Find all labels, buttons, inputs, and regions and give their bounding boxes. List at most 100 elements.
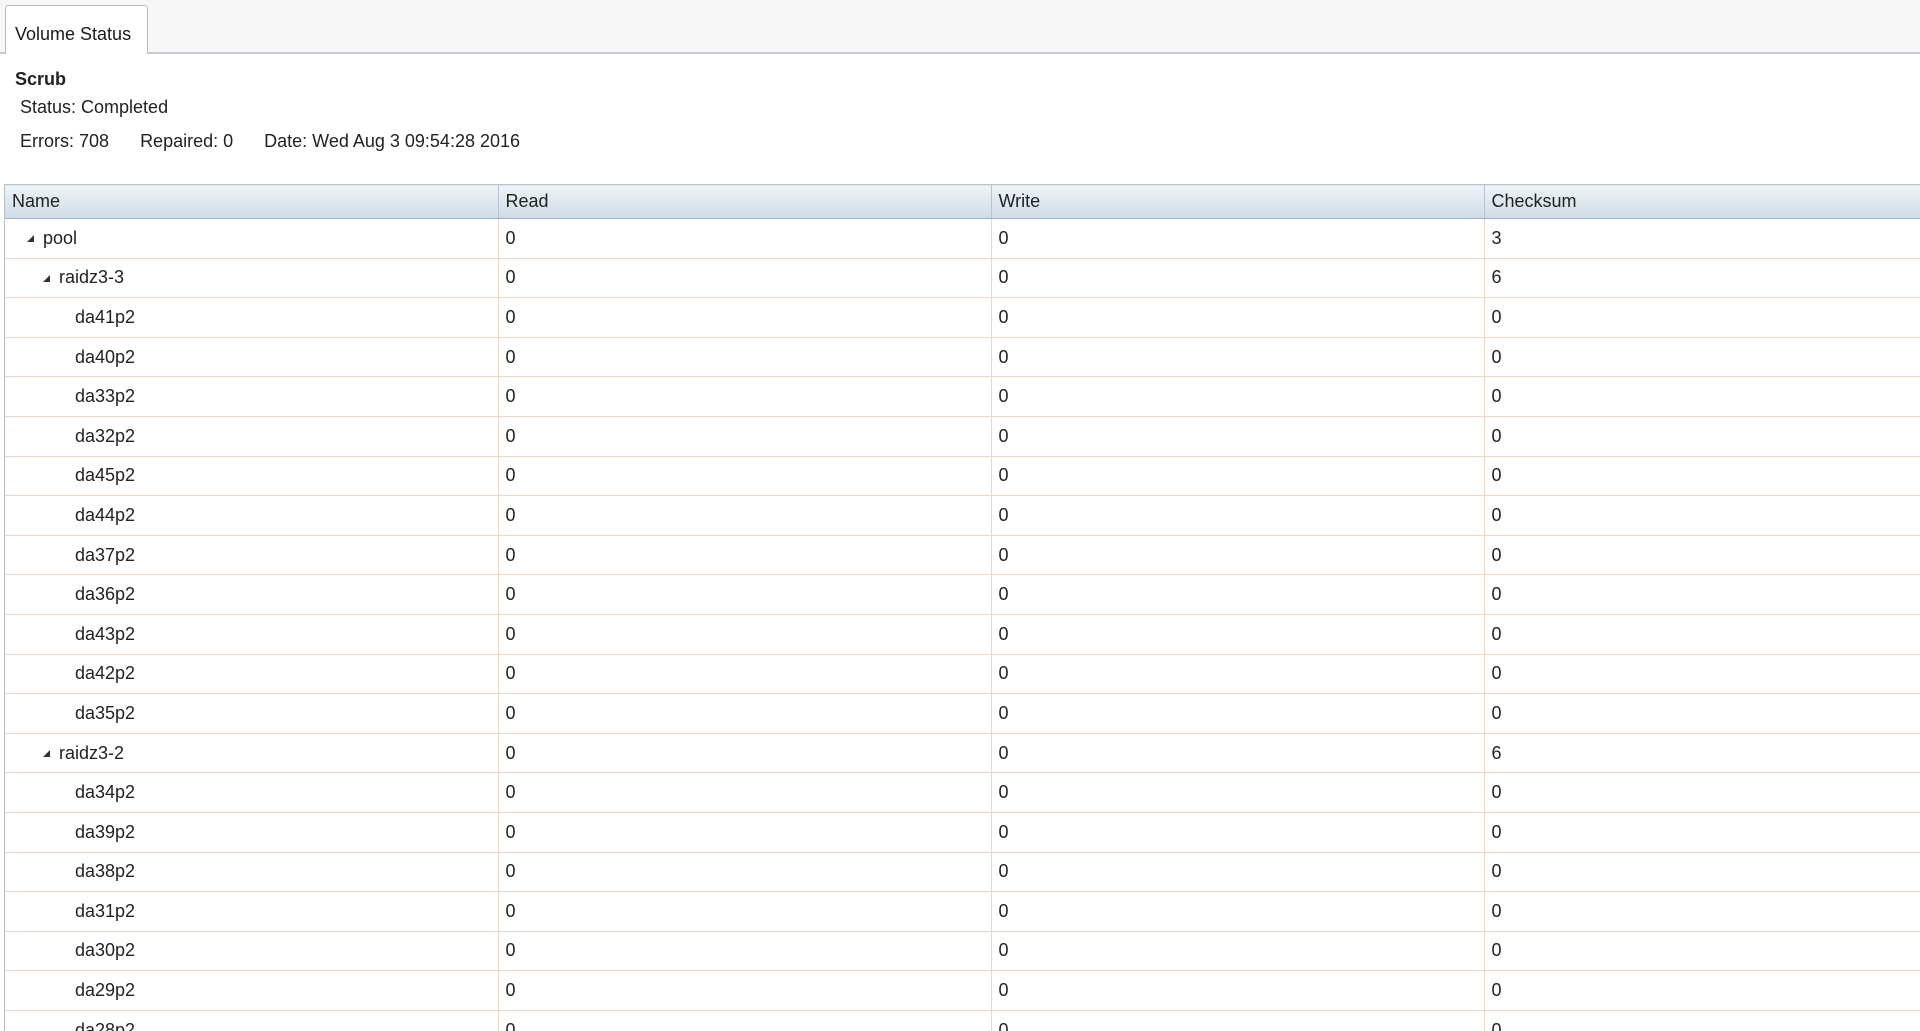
cell-write: 0 [991,218,1485,259]
cell-name: raidz3-2 [5,733,499,774]
tree-node: da36p2 [12,584,498,605]
cell-checksum: 0 [1484,614,1920,655]
table-row[interactable]: da45p2 0 0 0 [5,456,1920,497]
cell-name: da30p2 [5,931,499,972]
cell-checksum: 0 [1484,495,1920,536]
table-row[interactable]: da30p2 0 0 0 [5,931,1920,972]
cell-read: 0 [498,574,992,615]
node-label: da33p2 [75,386,136,407]
table-row[interactable]: pool 0 0 3 [5,218,1920,259]
cell-write: 0 [991,535,1485,576]
table-row[interactable]: da36p2 0 0 0 [5,574,1920,615]
expand-triangle-icon[interactable] [25,233,35,243]
cell-name: pool [5,218,499,259]
cell-write: 0 [991,852,1485,893]
cell-checksum: 3 [1484,218,1920,259]
cell-checksum: 0 [1484,812,1920,853]
column-header-read[interactable]: Read [498,184,992,219]
column-header-checksum[interactable]: Checksum [1484,184,1920,219]
cell-checksum: 0 [1484,535,1920,576]
cell-read: 0 [498,376,992,417]
cell-name: da34p2 [5,772,499,813]
table-row[interactable]: da43p2 0 0 0 [5,614,1920,655]
cell-read: 0 [498,852,992,893]
cell-name: da40p2 [5,337,499,378]
cell-write: 0 [991,772,1485,813]
cell-name: da43p2 [5,614,499,655]
tree-node: da33p2 [12,386,498,407]
tree-node: da30p2 [12,940,498,961]
cell-name: da36p2 [5,574,499,615]
cell-checksum: 0 [1484,1010,1920,1031]
cell-read: 0 [498,258,992,299]
tab-volume-status[interactable]: Volume Status [5,5,148,55]
cell-name: da31p2 [5,891,499,932]
cell-name: da33p2 [5,376,499,417]
node-label: da36p2 [75,584,136,605]
cell-checksum: 0 [1484,376,1920,417]
node-label: da40p2 [75,346,136,367]
cell-checksum: 0 [1484,456,1920,497]
scrub-summary: Scrub Status: Completed Errors: 708 Repa… [0,54,1920,184]
table-row[interactable]: raidz3-3 0 0 6 [5,258,1920,299]
volume-tree-grid[interactable]: Name Read Write Checksum pool 0 0 3 raidz3-3… [4,184,1920,1031]
cell-write: 0 [991,258,1485,299]
node-label: da41p2 [75,306,136,327]
table-row[interactable]: da39p2 0 0 0 [5,812,1920,853]
cell-read: 0 [498,970,992,1011]
node-label: da35p2 [75,702,136,723]
node-label: da31p2 [75,900,136,921]
node-label: da42p2 [75,663,136,684]
table-header-row: Name Read Write Checksum [5,184,1920,219]
column-header-name[interactable]: Name [5,184,499,219]
table-body: pool 0 0 3 raidz3-3 0 0 6 da41p2 0 0 0 da40p2 0 0 0 da33… [5,218,1920,1031]
tree-node: da39p2 [12,822,498,843]
table-row[interactable]: da41p2 0 0 0 [5,297,1920,338]
cell-checksum: 0 [1484,654,1920,695]
tree-node: da31p2 [12,901,498,922]
cell-read: 0 [498,891,992,932]
tree-node: da37p2 [12,545,498,566]
cell-read: 0 [498,416,992,457]
cell-checksum: 0 [1484,337,1920,378]
cell-name: da37p2 [5,535,499,576]
cell-read: 0 [498,693,992,734]
cell-read: 0 [498,931,992,972]
scrub-status: Status: Completed [20,97,169,117]
tree-node: da43p2 [12,624,498,645]
cell-name: da35p2 [5,693,499,734]
table-row[interactable]: da38p2 0 0 0 [5,852,1920,893]
cell-checksum: 0 [1484,772,1920,813]
table-row[interactable]: da34p2 0 0 0 [5,772,1920,813]
node-label: da32p2 [75,425,136,446]
table-row[interactable]: da44p2 0 0 0 [5,495,1920,536]
table-row[interactable]: da31p2 0 0 0 [5,891,1920,932]
cell-write: 0 [991,812,1485,853]
table-row[interactable]: da35p2 0 0 0 [5,693,1920,734]
expand-triangle-icon[interactable] [41,273,51,283]
table-row[interactable]: da33p2 0 0 0 [5,376,1920,417]
table-row[interactable]: da32p2 0 0 0 [5,416,1920,457]
cell-name: da28p2 [5,1010,499,1031]
table-row[interactable]: da28p2 0 0 0 [5,1010,1920,1031]
node-label: raidz3-2 [59,742,125,763]
column-header-write[interactable]: Write [991,184,1485,219]
cell-name: da32p2 [5,416,499,457]
cell-write: 0 [991,733,1485,774]
table-row[interactable]: da29p2 0 0 0 [5,970,1920,1011]
cell-checksum: 6 [1484,733,1920,774]
cell-checksum: 0 [1484,416,1920,457]
cell-write: 0 [991,495,1485,536]
cell-write: 0 [991,1010,1485,1031]
node-label: da44p2 [75,504,136,525]
table-row[interactable]: da37p2 0 0 0 [5,535,1920,576]
cell-read: 0 [498,495,992,536]
cell-write: 0 [991,654,1485,695]
expand-triangle-icon[interactable] [41,748,51,758]
node-label: da34p2 [75,782,136,803]
table-row[interactable]: da42p2 0 0 0 [5,654,1920,695]
cell-write: 0 [991,376,1485,417]
table-row[interactable]: raidz3-2 0 0 6 [5,733,1920,774]
table-row[interactable]: da40p2 0 0 0 [5,337,1920,378]
cell-read: 0 [498,614,992,655]
